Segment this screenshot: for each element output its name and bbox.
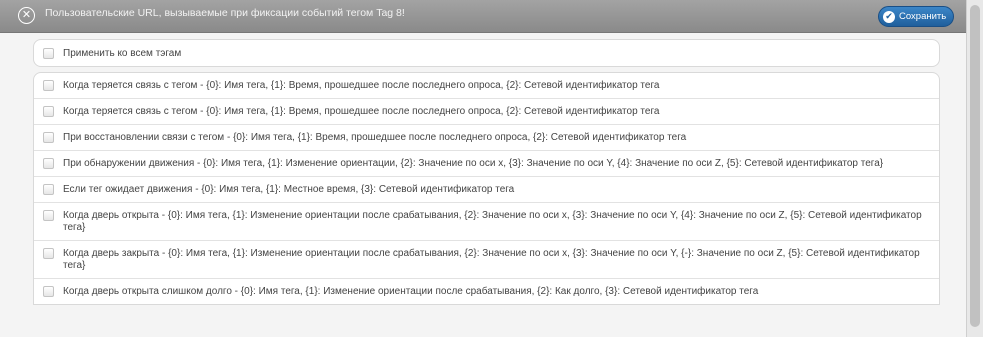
dialog-title: Пользовательские URL, вызываемые при фик… (45, 7, 405, 19)
event-description: Когда дверь закрыта - {0}: Имя тега, {1}… (63, 248, 920, 271)
close-icon[interactable]: ✕ (18, 7, 35, 24)
event-description: Когда теряется связь с тегом - {0}: Имя … (63, 80, 660, 91)
event-description: При восстановлении связи с тегом - {0}: … (63, 132, 687, 143)
apply-all-label: Применить ко всем тэгам (63, 47, 182, 59)
dialog-content: Применить ко всем тэгам Когда теряется с… (0, 33, 966, 305)
list-item[interactable]: При восстановлении связи с тегом - {0}: … (34, 124, 939, 150)
event-checkbox[interactable] (43, 248, 54, 259)
event-description: Если тег ожидает движения - {0}: Имя тег… (63, 184, 515, 195)
event-checkbox[interactable] (43, 158, 54, 169)
event-checkbox[interactable] (43, 286, 54, 297)
event-checkbox[interactable] (43, 184, 54, 195)
list-item[interactable]: Когда дверь открыта - {0}: Имя тега, {1}… (34, 202, 939, 240)
url-settings-dialog: ✕ Пользовательские URL, вызываемые при ф… (0, 0, 966, 337)
save-button[interactable]: ✔ Сохранить (878, 6, 955, 27)
event-checkbox[interactable] (43, 132, 54, 143)
event-description: Когда дверь открыта слишком долго - {0}:… (63, 286, 759, 297)
scrollbar[interactable] (966, 0, 983, 337)
scrollbar-thumb[interactable] (970, 5, 980, 327)
event-checkbox[interactable] (43, 106, 54, 117)
event-url-list: Когда теряется связь с тегом - {0}: Имя … (33, 72, 940, 305)
list-item[interactable]: При обнаружении движения - {0}: Имя тега… (34, 150, 939, 176)
list-item[interactable]: Когда дверь закрыта - {0}: Имя тега, {1}… (34, 240, 939, 278)
checkmark-icon: ✔ (883, 10, 895, 23)
event-checkbox[interactable] (43, 210, 54, 221)
save-button-label: Сохранить (899, 11, 947, 22)
apply-all-row[interactable]: Применить ко всем тэгам (33, 39, 940, 67)
list-item[interactable]: Если тег ожидает движения - {0}: Имя тег… (34, 176, 939, 202)
apply-all-checkbox[interactable] (43, 47, 54, 59)
event-description: Когда теряется связь с тегом - {0}: Имя … (63, 106, 660, 117)
event-checkbox[interactable] (43, 80, 54, 91)
list-item[interactable]: Когда теряется связь с тегом - {0}: Имя … (34, 73, 939, 98)
list-item[interactable]: Когда теряется связь с тегом - {0}: Имя … (34, 98, 939, 124)
dialog-titlebar: ✕ Пользовательские URL, вызываемые при ф… (0, 0, 966, 33)
event-description: Когда дверь открыта - {0}: Имя тега, {1}… (63, 210, 922, 233)
event-description: При обнаружении движения - {0}: Имя тега… (63, 158, 884, 169)
list-item[interactable]: Когда дверь открыта слишком долго - {0}:… (34, 278, 939, 304)
